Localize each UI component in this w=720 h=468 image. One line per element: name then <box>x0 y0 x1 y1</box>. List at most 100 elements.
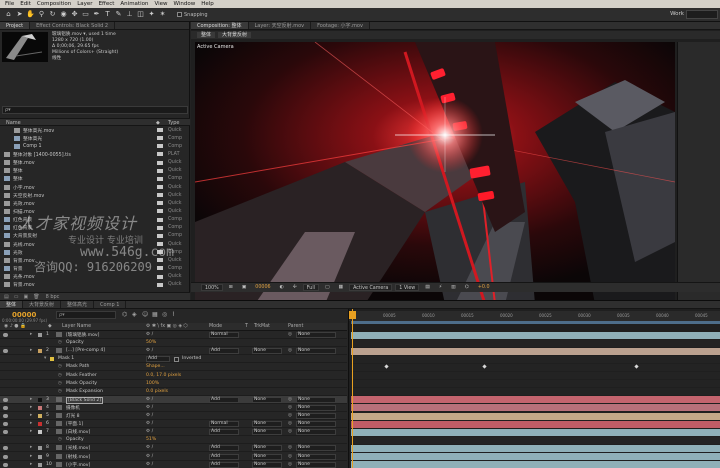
parent-dropdown[interactable]: None <box>296 332 336 338</box>
label-color-swatch[interactable] <box>157 136 163 141</box>
type-tool-icon[interactable]: T <box>103 10 112 19</box>
project-item[interactable]: 光条.mov Quick <box>0 273 190 281</box>
stopwatch-icon[interactable]: ◷ <box>58 389 62 394</box>
track-matte-dropdown[interactable]: None <box>252 445 282 452</box>
layer-label-swatch[interactable] <box>38 430 42 435</box>
property-row[interactable]: ◷ Mask Path Shape... <box>0 363 347 372</box>
project-item[interactable]: 整体高光.mov Quick <box>0 126 190 134</box>
label-color-swatch[interactable] <box>157 225 163 230</box>
comp-mini-flowchart-icon[interactable]: ⌬ <box>122 311 127 318</box>
blend-mode-dropdown[interactable]: Add <box>209 453 239 460</box>
rectangle-tool-icon[interactable]: ▭ <box>81 10 90 19</box>
parent-dropdown[interactable]: None <box>296 404 336 411</box>
column-t[interactable]: T <box>245 324 248 329</box>
eye-icon[interactable] <box>3 333 8 337</box>
channel-icon[interactable]: ✢ <box>290 284 300 291</box>
project-item[interactable]: 整体 Comp <box>0 175 190 183</box>
label-color-swatch[interactable] <box>157 201 163 206</box>
layer-label-swatch[interactable] <box>38 333 42 337</box>
breadcrumb-main[interactable]: 整体 <box>197 32 216 38</box>
label-color-swatch[interactable] <box>157 217 163 222</box>
camera-tool-icon[interactable]: ◉ <box>59 10 68 19</box>
track-matte-dropdown[interactable]: None <box>252 453 282 460</box>
project-item[interactable]: 光线.mov Quick <box>0 240 190 248</box>
layer-label-swatch[interactable] <box>38 454 42 459</box>
view-layout-dropdown[interactable]: 1 View <box>395 284 420 291</box>
expand-arrow-icon[interactable]: ▸ <box>30 348 32 353</box>
layer-name[interactable]: [平面.1] <box>66 421 83 427</box>
layer-duration-bar[interactable] <box>351 428 720 436</box>
property-value[interactable]: 50% <box>146 340 156 345</box>
track-matte-dropdown[interactable]: None <box>252 421 282 428</box>
property-row[interactable]: ◷ Mask Expansion 0.0 pixels <box>0 388 347 396</box>
project-item[interactable]: 红色背景 Comp <box>0 216 190 224</box>
expand-arrow-icon[interactable]: ▸ <box>30 332 32 337</box>
property-row[interactable]: ◷ Mask Opacity 100% <box>0 380 347 388</box>
label-color-swatch[interactable] <box>157 233 163 238</box>
layer-duration-bar[interactable] <box>351 396 720 404</box>
layer-name[interactable]: [射线.mov] <box>66 454 90 460</box>
pickwhip-icon[interactable]: ◎ <box>288 429 292 434</box>
layer-duration-bar[interactable] <box>351 461 720 468</box>
layer-name[interactable]: [光线.mov] <box>66 445 90 451</box>
column-parent[interactable]: Parent <box>288 324 303 329</box>
eye-icon[interactable] <box>3 454 8 459</box>
timeline-search-input[interactable]: ρ▾ <box>56 311 116 319</box>
time-ruler[interactable]: 00005 00010 00015 00020 00025 00030 00035 00040… <box>349 311 720 321</box>
layer-duration-bar[interactable] <box>351 412 720 420</box>
layer-switch-icon[interactable]: ⚙ / <box>146 332 153 337</box>
eye-icon[interactable] <box>3 422 8 427</box>
blend-mode-dropdown[interactable]: Add <box>209 445 239 452</box>
current-time-indicator[interactable] <box>352 309 353 468</box>
eraser-tool-icon[interactable]: ◫ <box>136 10 145 19</box>
property-row[interactable]: ◷ Opacity 51% <box>0 436 347 445</box>
interpret-footage-icon[interactable]: ▤ <box>4 294 9 300</box>
new-composition-icon[interactable]: ▣ <box>23 294 28 300</box>
eye-icon[interactable] <box>3 414 8 418</box>
layer-row[interactable]: ▸ 2 [...] [Pre-comp 4] ⚙ / Add None ◎ None <box>0 347 347 356</box>
parent-dropdown[interactable]: None <box>296 445 336 452</box>
property-row[interactable]: ▾ Mask 1 Add Inverted <box>0 355 347 364</box>
snapshot-camera-icon[interactable]: ▣ <box>239 284 250 291</box>
layer-row[interactable]: ▸ 6 [平面.1] ⚙ / Normal None ◎ None <box>0 420 347 429</box>
label-color-swatch[interactable] <box>157 193 163 198</box>
blend-mode-dropdown[interactable]: Add <box>209 396 239 403</box>
layer-switch-icon[interactable]: ⚙ / <box>146 405 153 410</box>
menu-file[interactable]: File <box>2 1 17 7</box>
stamp-tool-icon[interactable]: ⊥ <box>125 10 134 19</box>
stopwatch-icon[interactable]: ◷ <box>58 381 62 386</box>
pickwhip-icon[interactable]: ◎ <box>288 332 292 337</box>
home-icon[interactable]: ⌂ <box>4 10 13 19</box>
layer-label-swatch[interactable] <box>38 414 42 418</box>
layer-switch-icon[interactable]: ⚙ / <box>146 421 153 426</box>
project-item[interactable]: 扫描.mov Quick <box>0 207 190 215</box>
bit-depth-label[interactable]: 8 bpc <box>46 294 60 300</box>
project-item[interactable]: 光效.mov Quick <box>0 199 190 207</box>
layer-name[interactable]: [...] [Pre-comp 4] <box>66 348 105 353</box>
help-search-input[interactable] <box>686 10 718 19</box>
track-matte-dropdown[interactable]: None <box>252 348 282 355</box>
pickwhip-icon[interactable]: ◎ <box>288 413 292 418</box>
layer-label-swatch[interactable] <box>38 405 42 410</box>
layer-name[interactable]: [玻璃铝质.mov] <box>66 332 99 338</box>
delete-icon[interactable]: 🗑 <box>33 294 39 300</box>
time-graph[interactable]: 00005 00010 00015 00020 00025 00030 00035 00040… <box>348 309 720 468</box>
menu-edit[interactable]: Edit <box>17 1 34 7</box>
label-color-swatch[interactable] <box>157 185 163 190</box>
layer-label-swatch[interactable] <box>38 349 42 354</box>
pickwhip-icon[interactable]: ◎ <box>288 445 292 450</box>
track-matte-dropdown[interactable]: None <box>252 396 282 403</box>
label-color-swatch[interactable] <box>157 209 163 214</box>
show-snapshot-icon[interactable]: ◐ <box>277 284 287 291</box>
layer-duration-bar[interactable] <box>351 404 720 412</box>
timeline-icon[interactable]: ▥ <box>448 284 459 291</box>
layer-row[interactable]: ▸ 9 [射线.mov] ⚙ / Add None ◎ None <box>0 453 347 461</box>
layer-name[interactable]: [小字.mov] <box>66 462 90 468</box>
layer-name[interactable]: 摄像机 <box>66 405 80 411</box>
tab-timeline-bg-reflection[interactable]: 大背景反射 <box>23 301 62 308</box>
puppet-tool-icon[interactable]: ✶ <box>158 10 167 19</box>
stopwatch-icon[interactable]: ◷ <box>58 373 62 378</box>
tab-timeline-highlight[interactable]: 整体高光 <box>61 301 95 308</box>
label-color-swatch[interactable] <box>157 266 163 271</box>
3d-view-dropdown[interactable]: Active Camera <box>349 284 393 291</box>
